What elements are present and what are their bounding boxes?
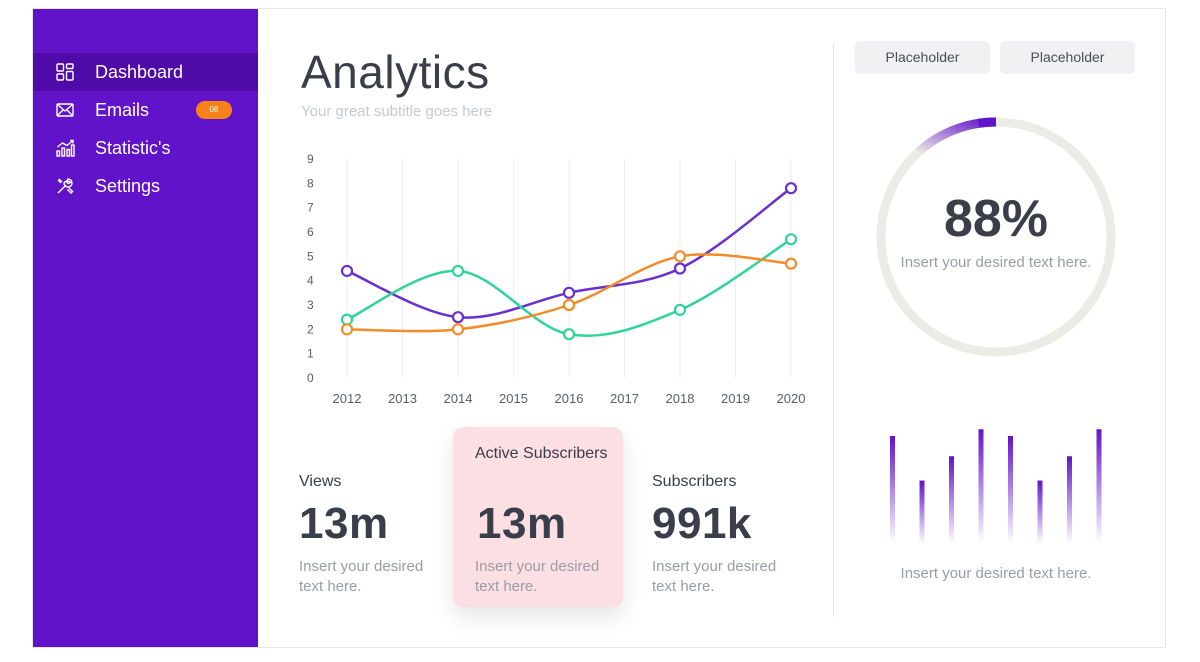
y-tick-label: 0 (307, 371, 314, 385)
page-subtitle: Your great subtitle goes here (301, 103, 493, 120)
stat-label: Views (299, 473, 342, 490)
sidebar: Dashboard Emails 08 Statistic's Settings (33, 9, 258, 647)
data-point (562, 286, 576, 299)
x-tick-label: 2017 (610, 391, 639, 406)
data-point (784, 233, 798, 246)
data-point (673, 262, 687, 275)
data-point (784, 182, 798, 195)
x-tick-label: 2014 (444, 391, 473, 406)
x-tick-label: 2015 (499, 391, 528, 406)
y-tick-label: 5 (307, 249, 314, 263)
stat-label: Active Subscribers (475, 445, 608, 462)
progress-arc-head (978, 117, 997, 128)
panel-divider (833, 43, 834, 617)
data-point (784, 257, 798, 270)
y-tick-label: 8 (307, 176, 314, 190)
x-tick-label: 2012 (333, 391, 362, 406)
stat-value: 991k (652, 499, 752, 548)
sidebar-item-dashboard[interactable]: Dashboard (33, 53, 258, 91)
line-chart: 0 1 2 3 4 5 6 7 8 9 2012 2013 2014 2015 2016 2017 2018 20… (307, 152, 806, 406)
bar (919, 480, 925, 544)
stat-description: Insert your desired text here. (652, 558, 777, 595)
placeholder-button[interactable]: Placeholder (855, 41, 990, 74)
y-tick-label: 3 (307, 298, 314, 312)
y-tick-label: 7 (307, 201, 314, 215)
data-point (451, 323, 465, 336)
data-point (451, 311, 465, 324)
sidebar-item-settings[interactable]: Settings (33, 167, 258, 205)
stat-subscribers: Subscribers 991k Insert your desired tex… (652, 427, 822, 607)
page-title: Analytics (301, 46, 490, 98)
sidebar-item-label: Settings (95, 175, 161, 196)
data-point (673, 303, 687, 316)
bars-description: Insert your desired text here. (900, 565, 1092, 582)
bar (949, 456, 954, 544)
sidebar-item-label: Statistic's (95, 137, 171, 158)
sidebar-item-label: Emails (95, 99, 150, 120)
stat-label: Subscribers (652, 473, 737, 490)
mail-icon (55, 100, 75, 120)
y-tick-label: 4 (307, 274, 314, 288)
dashboard-slide: Dashboard Emails 08 Statistic's Settings… (32, 8, 1166, 648)
dashboard-icon (55, 62, 75, 82)
bar (1096, 429, 1102, 544)
stat-description: Insert your desired text here. (299, 558, 424, 595)
data-point (340, 323, 354, 336)
email-count-badge: 08 (196, 101, 232, 119)
y-tick-label: 1 (307, 347, 314, 361)
stat-value: 13m (477, 499, 567, 548)
x-tick-label: 2013 (388, 391, 417, 406)
placeholder-button[interactable]: Placeholder (1000, 41, 1135, 74)
y-tick-label: 2 (307, 322, 314, 336)
stat-description: Insert your desired text here. (475, 558, 600, 595)
x-tick-label: 2020 (777, 391, 806, 406)
data-point (673, 250, 687, 263)
settings-icon (55, 176, 75, 196)
bar (1067, 456, 1072, 544)
bar (978, 429, 984, 544)
y-tick-label: 9 (307, 152, 314, 166)
bar (1008, 436, 1013, 544)
bar (890, 436, 895, 544)
sidebar-item-statistics[interactable]: Statistic's (33, 129, 258, 167)
bar (1037, 480, 1043, 544)
progress-description: Insert your desired text here. (900, 254, 1092, 271)
x-tick-label: 2016 (555, 391, 584, 406)
x-tick-label: 2019 (721, 391, 750, 406)
stat-views: Views 13m Insert your desired text here. (299, 427, 469, 607)
stat-active-subscribers: Active Subscribers 13m Insert your desir… (453, 427, 623, 607)
data-point (340, 313, 354, 326)
stat-value: 13m (299, 499, 389, 548)
sidebar-item-label: Dashboard (95, 61, 184, 82)
statistics-icon (55, 138, 75, 158)
data-point (451, 264, 465, 278)
progress-value: 88% (943, 190, 1049, 248)
data-point (562, 298, 576, 312)
data-point (562, 328, 576, 341)
data-point (340, 264, 354, 278)
sidebar-item-emails[interactable]: Emails 08 (33, 91, 258, 129)
bar-graphic (890, 429, 1102, 544)
y-tick-label: 6 (307, 225, 314, 239)
x-tick-label: 2018 (666, 391, 695, 406)
